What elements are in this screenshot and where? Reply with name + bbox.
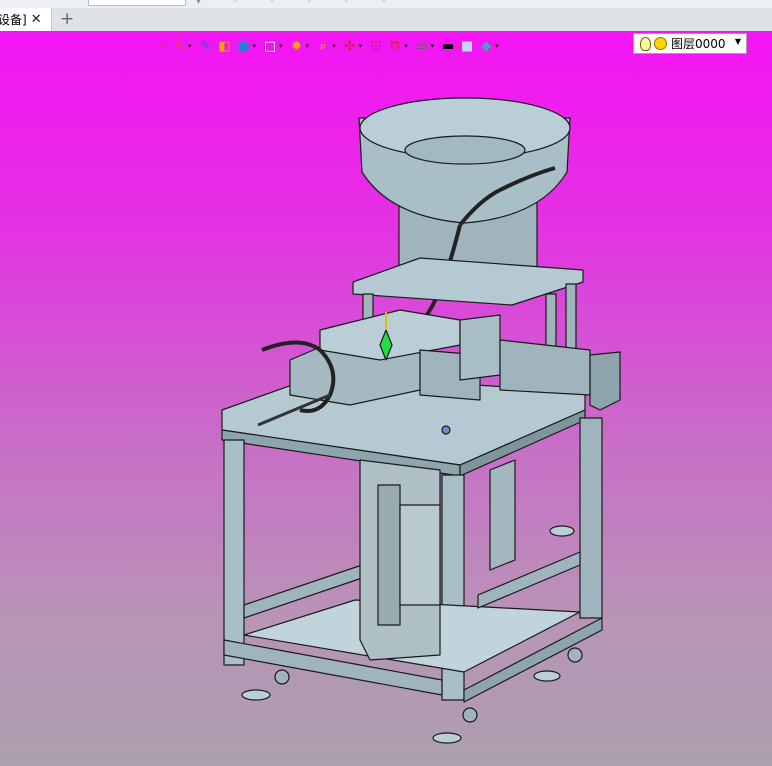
document-tab-bar: 设备] ✕ + [0,8,772,32]
command-input[interactable] [88,0,186,6]
3d-viewport[interactable]: ⇥ ♙ ▾ ✎ ◧ ■ ▾ □ ▾ ✹ ▾ ⌕ ▾ ✣ ▾ ⊡ ⊓ ▾ ▭ ▾ ▬ ■ ◆ ▾ 图层0000 ▼ [0,31,772,766]
close-icon[interactable]: ✕ [31,12,42,27]
add-tab-icon[interactable]: + [60,9,74,29]
document-tab[interactable]: 设备] ✕ [0,8,52,31]
tab-title: 设备] [0,13,27,27]
cad-model[interactable] [0,31,772,766]
top-strip: ▾ ◦ ◦ ◦ ◦ ◦ [0,0,772,8]
quick-access-icons: ▾ ◦ ◦ ◦ ◦ ◦ [196,0,401,7]
